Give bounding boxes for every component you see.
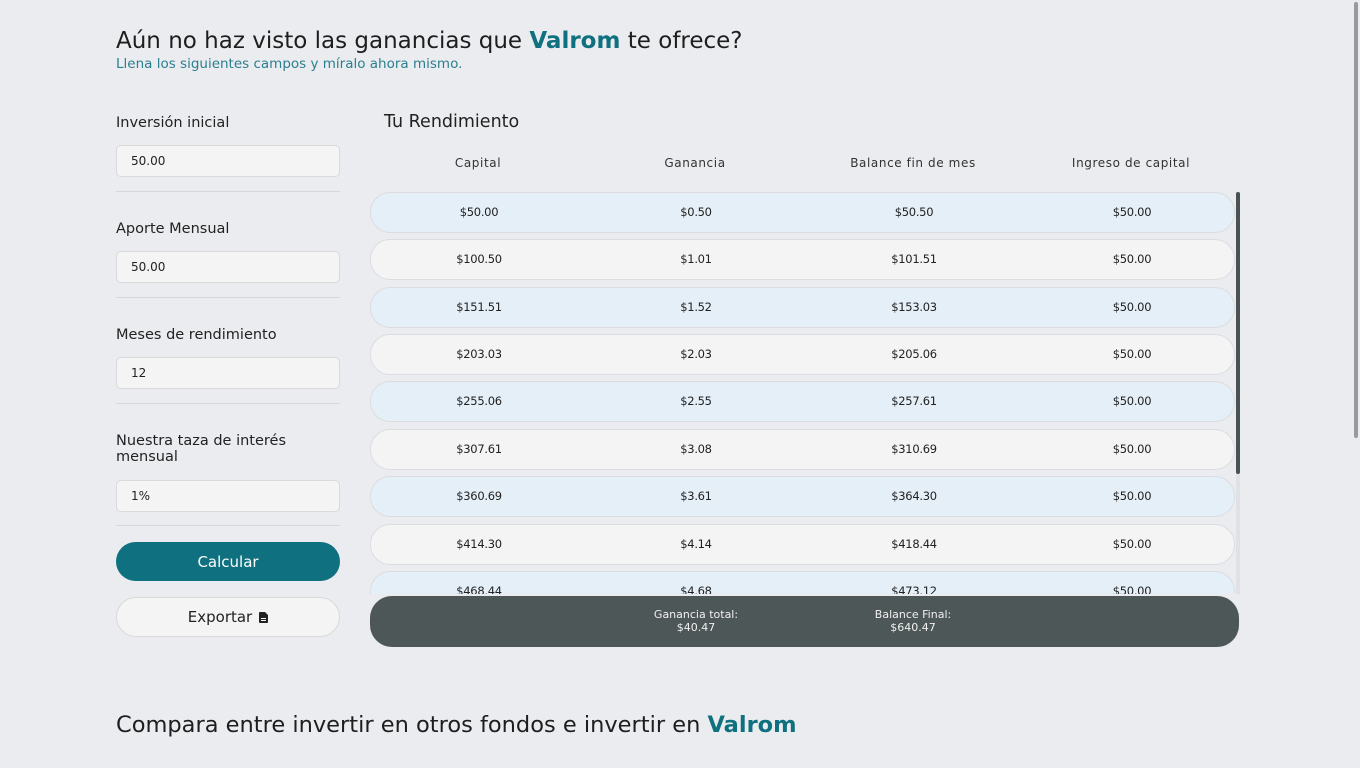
total-gain: Ganancia total: $40.47 — [654, 608, 738, 634]
cell-ingreso: $50.00 — [1112, 489, 1152, 503]
hero-title-prefix: Aún no haz visto las ganancias que — [116, 28, 530, 54]
cell-ganancia: $4.68 — [680, 584, 712, 594]
results-table[interactable]: $50.00 $0.50 $50.50 $50.00 $100.50 $1.01… — [370, 192, 1242, 594]
column-header-ganancia: Ganancia — [664, 156, 726, 170]
table-row: $203.03 $2.03 $205.06 $50.00 — [370, 334, 1235, 375]
cell-ganancia: $3.08 — [680, 442, 712, 456]
table-row: $255.06 $2.55 $257.61 $50.00 — [370, 381, 1235, 422]
cell-ingreso: $50.00 — [1112, 347, 1152, 361]
cell-ingreso: $50.00 — [1112, 205, 1152, 219]
cell-balance: $153.03 — [891, 300, 937, 314]
form-divider — [116, 297, 340, 298]
page-scrollbar[interactable] — [1352, 0, 1360, 768]
table-row: $100.50 $1.01 $101.51 $50.00 — [370, 239, 1235, 280]
cell-ganancia: $2.55 — [680, 394, 712, 408]
cell-ganancia: $0.50 — [680, 205, 712, 219]
table-row: $50.00 $0.50 $50.50 $50.00 — [370, 192, 1235, 233]
cell-capital: $468.44 — [456, 584, 502, 594]
cell-ganancia: $1.52 — [680, 300, 712, 314]
table-row: $307.61 $3.08 $310.69 $50.00 — [370, 429, 1235, 470]
months-input[interactable] — [116, 357, 340, 389]
final-balance-value: $640.47 — [890, 621, 936, 634]
form-divider — [116, 525, 340, 526]
cell-balance: $101.51 — [891, 252, 937, 266]
interest-rate-label-line1: Nuestra taza de interés — [116, 433, 287, 449]
cell-balance: $205.06 — [891, 347, 937, 361]
table-header: Capital Ganancia Balance fin de mes Ingr… — [370, 156, 1236, 172]
cell-capital: $307.61 — [456, 442, 502, 456]
interest-rate-input[interactable] — [116, 480, 340, 512]
compare-title-prefix: Compara entre invertir en otros fondos e… — [116, 712, 708, 738]
cell-balance: $364.30 — [891, 489, 937, 503]
cell-ingreso: $50.00 — [1112, 584, 1152, 594]
hero-subtitle: Llena los siguientes campos y míralo aho… — [116, 56, 463, 72]
compare-title: Compara entre invertir en otros fondos e… — [116, 712, 797, 738]
initial-investment-input[interactable] — [116, 145, 340, 177]
monthly-contribution-input[interactable] — [116, 251, 340, 283]
cell-ingreso: $50.00 — [1112, 300, 1152, 314]
final-balance-label: Balance Final: — [874, 608, 952, 621]
results-title: Tu Rendimiento — [384, 112, 520, 132]
export-button[interactable]: Exportar — [116, 597, 340, 637]
cell-capital: $50.00 — [459, 205, 499, 219]
cell-ingreso: $50.00 — [1112, 537, 1152, 551]
cell-capital: $100.50 — [456, 252, 502, 266]
monthly-contribution-label: Aporte Mensual — [116, 221, 230, 237]
months-label: Meses de rendimiento — [116, 327, 277, 343]
totals-bar: Ganancia total: $40.47 Balance Final: $6… — [370, 596, 1239, 647]
brand-name: Valrom — [707, 712, 797, 738]
table-scrollbar[interactable] — [1236, 192, 1240, 594]
initial-investment-label: Inversión inicial — [116, 115, 230, 131]
cell-ingreso: $50.00 — [1112, 252, 1152, 266]
form-divider — [116, 191, 340, 192]
cell-capital: $414.30 — [456, 537, 502, 551]
cell-balance: $473.12 — [891, 584, 937, 594]
hero-title: Aún no haz visto las ganancias que Valro… — [116, 28, 743, 54]
hero-title-suffix: te ofrece? — [620, 28, 743, 54]
cell-ingreso: $50.00 — [1112, 442, 1152, 456]
cell-capital: $151.51 — [456, 300, 502, 314]
interest-rate-label: Nuestra taza de interés mensual — [116, 433, 286, 465]
page-scrollbar-thumb[interactable] — [1354, 2, 1358, 438]
form-divider — [116, 403, 340, 404]
final-balance: Balance Final: $640.47 — [875, 608, 951, 634]
table-row: $360.69 $3.61 $364.30 $50.00 — [370, 476, 1235, 517]
cell-balance: $50.50 — [894, 205, 934, 219]
table-row: $414.30 $4.14 $418.44 $50.00 — [370, 524, 1235, 565]
cell-balance: $418.44 — [891, 537, 937, 551]
calculate-button-label: Calcular — [197, 552, 259, 571]
table-row: $468.44 $4.68 $473.12 $50.00 — [370, 571, 1235, 594]
document-icon — [259, 611, 269, 623]
column-header-balance: Balance fin de mes — [850, 156, 976, 170]
table-row: $151.51 $1.52 $153.03 $50.00 — [370, 287, 1235, 328]
cell-ganancia: $3.61 — [680, 489, 712, 503]
calculate-button[interactable]: Calcular — [116, 542, 340, 581]
total-gain-label: Ganancia total: — [653, 608, 739, 621]
cell-ingreso: $50.00 — [1112, 394, 1152, 408]
cell-ganancia: $1.01 — [680, 252, 712, 266]
column-header-capital: Capital — [454, 156, 502, 170]
cell-ganancia: $4.14 — [680, 537, 712, 551]
cell-ganancia: $2.03 — [680, 347, 712, 361]
cell-capital: $360.69 — [456, 489, 502, 503]
cell-capital: $203.03 — [456, 347, 502, 361]
column-header-ingreso: Ingreso de capital — [1071, 156, 1191, 170]
export-button-label: Exportar — [187, 608, 253, 626]
cell-capital: $255.06 — [456, 394, 502, 408]
interest-rate-label-line2: mensual — [116, 449, 178, 465]
cell-balance: $310.69 — [891, 442, 937, 456]
total-gain-value: $40.47 — [676, 621, 716, 634]
brand-name: Valrom — [529, 28, 621, 54]
cell-balance: $257.61 — [891, 394, 937, 408]
table-scrollbar-thumb[interactable] — [1236, 192, 1240, 474]
